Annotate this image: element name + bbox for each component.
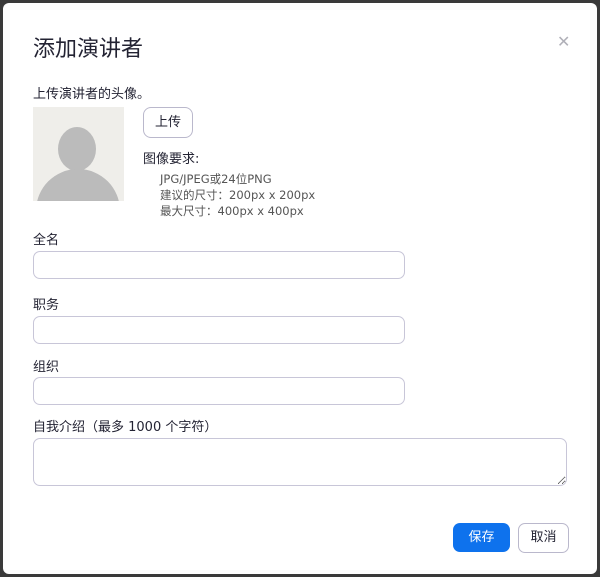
job-title-input[interactable] [33, 316, 405, 344]
requirement-recommended-size: 建议的尺寸：200px x 200px [160, 188, 316, 202]
save-button[interactable]: 保存 [453, 523, 510, 552]
full-name-input[interactable] [33, 251, 405, 279]
bio-textarea[interactable] [33, 438, 567, 486]
avatar-head-shape [58, 127, 96, 171]
requirement-max-size: 最大尺寸：400px x 400px [160, 204, 304, 218]
organization-input[interactable] [33, 377, 405, 405]
requirements-title: 图像要求: [143, 152, 200, 167]
avatar-placeholder [33, 107, 124, 201]
dialog-title: 添加演讲者 [33, 37, 144, 62]
upload-hint: 上传演讲者的头像。 [33, 87, 151, 102]
add-speaker-dialog: 添加演讲者 ✕ 上传演讲者的头像。 上传 图像要求: JPG/JPEG或24位P… [3, 3, 597, 574]
job-title-label: 职务 [33, 298, 60, 313]
close-icon[interactable]: ✕ [557, 32, 570, 51]
requirement-format: JPG/JPEG或24位PNG [160, 172, 272, 186]
cancel-button[interactable]: 取消 [518, 523, 569, 553]
avatar-body-shape [36, 169, 120, 201]
upload-button[interactable]: 上传 [143, 107, 193, 138]
organization-label: 组织 [33, 360, 60, 375]
bio-label: 自我介绍（最多 1000 个字符） [33, 420, 218, 435]
full-name-label: 全名 [33, 233, 60, 248]
